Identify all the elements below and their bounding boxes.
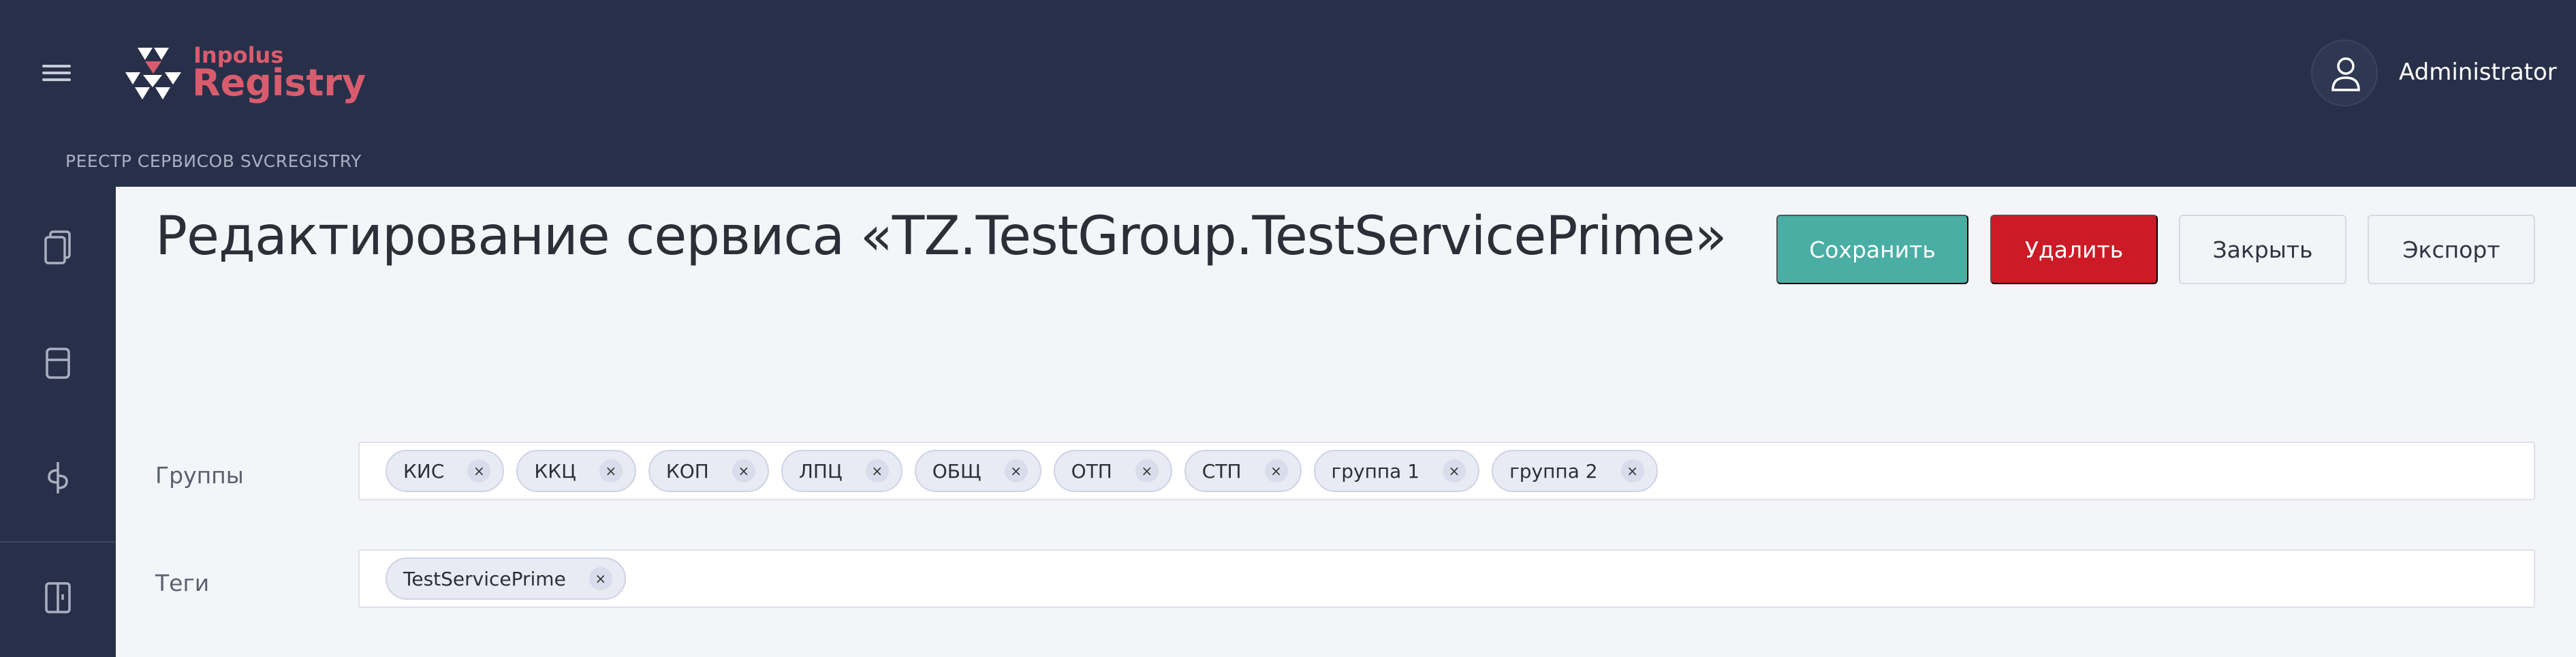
groups-label: Группы [155, 462, 244, 489]
groups-field[interactable]: КИС × ККЦ × КОП × ЛПЦ × ОБЩ × ОТП × СТП × групп… [358, 442, 2535, 500]
chip-label: TestServicePrime [403, 567, 566, 590]
remove-chip-icon[interactable]: × [865, 459, 889, 483]
remove-chip-icon[interactable]: × [1135, 459, 1159, 483]
chip-label: КОП [665, 459, 709, 483]
panel-icon[interactable] [42, 345, 74, 382]
remove-chip-icon[interactable]: × [599, 459, 623, 483]
logo-icon [125, 48, 181, 100]
page-title: Редактирование сервиса «TZ.TestGroup.Tes… [155, 206, 1727, 267]
remove-chip-icon[interactable]: × [1443, 459, 1466, 483]
username[interactable]: Administrator [2399, 59, 2557, 86]
remove-chip-icon[interactable]: × [1264, 459, 1288, 483]
delete-button[interactable]: Удалить [1990, 215, 2158, 284]
remove-chip-icon[interactable]: × [1004, 459, 1028, 483]
top-header: Inpolus Registry РЕЕСТР СЕРВИСОВ SVCREGI… [0, 0, 2576, 187]
menu-icon[interactable] [42, 63, 71, 83]
chip-label: группа 2 [1509, 459, 1598, 483]
close-button[interactable]: Закрыть [2179, 215, 2346, 284]
group-chip: КИС × [386, 450, 505, 492]
group-chip: ЛПЦ × [781, 450, 902, 492]
avatar[interactable] [2311, 40, 2378, 106]
chip-label: ОБЩ [932, 459, 981, 483]
tag-chip: TestServicePrime × [386, 557, 626, 600]
export-button[interactable]: Экспорт [2368, 215, 2535, 284]
breadcrumb[interactable]: РЕЕСТР СЕРВИСОВ SVCREGISTRY [65, 151, 362, 171]
chip-label: ЛПЦ [798, 459, 843, 483]
group-chip: ККЦ × [516, 450, 636, 492]
group-chip: СТП × [1184, 450, 1302, 492]
sidebar [0, 187, 116, 657]
remove-chip-icon[interactable]: × [1620, 459, 1644, 483]
group-chip: ОБЩ × [914, 450, 1041, 492]
tags-field[interactable]: TestServicePrime × [358, 549, 2535, 608]
chip-label: КИС [403, 459, 445, 483]
remove-chip-icon[interactable]: × [467, 459, 491, 483]
logout-icon[interactable] [42, 579, 74, 616]
group-chip: группа 1 × [1313, 450, 1480, 492]
sidebar-divider [0, 541, 116, 543]
chip-label: ККЦ [534, 459, 576, 483]
logo-big-text: Registry [192, 61, 366, 104]
save-button[interactable]: Сохранить [1776, 215, 1968, 284]
group-chip: группа 2 × [1492, 450, 1658, 492]
tags-chip-list: TestServicePrime × [386, 557, 626, 600]
user-icon [2331, 57, 2360, 91]
documents-icon[interactable] [42, 229, 74, 266]
chip-label: группа 1 [1331, 459, 1420, 483]
tags-label: Теги [155, 570, 210, 596]
fork-icon[interactable] [42, 459, 74, 496]
groups-chip-list: КИС × ККЦ × КОП × ЛПЦ × ОБЩ × ОТП × СТП × групп… [386, 450, 1658, 492]
remove-chip-icon[interactable]: × [588, 567, 612, 590]
chip-label: ОТП [1071, 459, 1112, 483]
group-chip: ОТП × [1053, 450, 1172, 492]
group-chip: КОП × [648, 450, 769, 492]
remove-chip-icon[interactable]: × [732, 459, 755, 483]
chip-label: СТП [1201, 459, 1242, 483]
